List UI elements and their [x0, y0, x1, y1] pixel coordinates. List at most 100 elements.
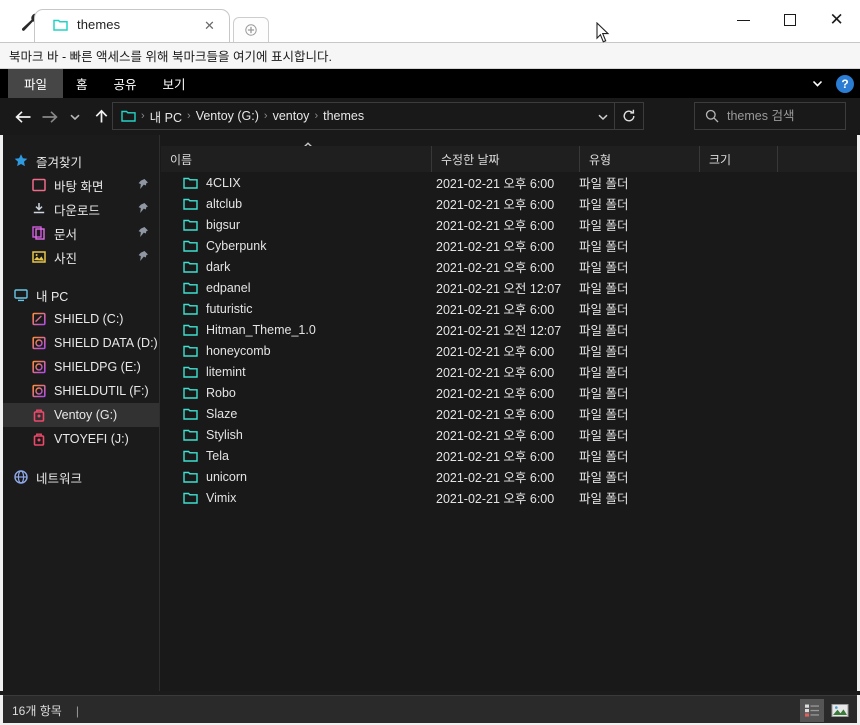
- folder-icon: [183, 323, 198, 337]
- breadcrumb-item-mypc[interactable]: 내 PC: [150, 107, 182, 126]
- file-name-label: Tela: [206, 448, 229, 463]
- file-name-label: dark: [206, 259, 231, 274]
- sidebar-item-shieldutil-f[interactable]: SHIELDUTIL (F:): [3, 379, 159, 403]
- file-type-cell: 파일 폴더: [579, 303, 629, 317]
- table-row[interactable]: Stylish 2021-02-21 오후 6:00 파일 폴더: [161, 424, 857, 445]
- ribbon-tab-view[interactable]: 보기: [150, 69, 199, 98]
- sidebar-item-desktop-label: 바탕 화면: [54, 179, 104, 194]
- breadcrumb[interactable]: › 내 PC › Ventoy (G:) › ventoy › themes: [112, 102, 644, 130]
- close-button[interactable]: ✕: [813, 0, 860, 40]
- sidebar-item-shield-data-d[interactable]: SHIELD DATA (D:): [3, 331, 159, 355]
- usb-icon: [31, 407, 47, 423]
- folder-icon: [183, 197, 198, 211]
- table-row[interactable]: litemint 2021-02-21 오후 6:00 파일 폴더: [161, 361, 857, 382]
- pin-icon[interactable]: [137, 250, 149, 263]
- sidebar-item-ventoy-g-label: Ventoy (G:): [54, 408, 118, 422]
- breadcrumb-item-themes[interactable]: themes: [323, 109, 364, 123]
- table-row[interactable]: Robo 2021-02-21 오후 6:00 파일 폴더: [161, 382, 857, 403]
- table-row[interactable]: futuristic 2021-02-21 오후 6:00 파일 폴더: [161, 298, 857, 319]
- statusbar-edge-left: [0, 695, 3, 725]
- table-row[interactable]: Vimix 2021-02-21 오후 6:00 파일 폴더: [161, 487, 857, 508]
- sidebar-item-shield-c-label: SHIELD (C:): [54, 312, 124, 326]
- pin-icon[interactable]: [137, 226, 149, 239]
- recent-locations-button[interactable]: [62, 104, 88, 130]
- file-date-cell: 2021-02-21 오후 6:00: [436, 492, 555, 506]
- details-view-icon[interactable]: [800, 699, 824, 722]
- table-row[interactable]: 4CLIX 2021-02-21 오후 6:00 파일 폴더: [161, 172, 857, 193]
- maximize-button[interactable]: [767, 0, 814, 40]
- column-header-name[interactable]: 이름: [161, 146, 432, 172]
- navigation-pane[interactable]: 즐겨찾기 바탕 화면 다운로드 문서 사진 내 PC SHIELD (C:) S…: [3, 135, 160, 695]
- documents-icon: [31, 225, 47, 241]
- folder-icon: [183, 407, 198, 421]
- search-box[interactable]: [694, 102, 860, 130]
- search-input[interactable]: [727, 109, 860, 123]
- window-controls: ✕: [720, 0, 860, 40]
- sidebar-item-pictures[interactable]: 사진: [3, 245, 159, 269]
- sidebar-item-shieldpg-e-label: SHIELDPG (E:): [54, 360, 141, 374]
- plus-circle-icon: [245, 24, 258, 37]
- minimize-button[interactable]: [720, 0, 767, 40]
- disk-icon: [31, 383, 47, 399]
- table-row[interactable]: Hitman_Theme_1.0 2021-02-21 오전 12:07 파일 폴더: [161, 319, 857, 340]
- folder-icon: [183, 260, 198, 274]
- file-type-cell: 파일 폴더: [579, 492, 629, 506]
- bookmark-bar[interactable]: 북마크 바 - 빠른 액세스를 위해 북마크들을 여기에 표시합니다.: [0, 42, 860, 69]
- folder-icon: [183, 239, 198, 253]
- file-list-view[interactable]: 이름 수정한 날짜 유형 크기 4CLIX 2021-02-21 오후 6:00 파…: [161, 135, 857, 695]
- table-row[interactable]: bigsur 2021-02-21 오후 6:00 파일 폴더: [161, 214, 857, 235]
- table-row[interactable]: edpanel 2021-02-21 오전 12:07 파일 폴더: [161, 277, 857, 298]
- browser-tab-themes[interactable]: themes ✕: [34, 9, 230, 42]
- folder-icon: [183, 428, 198, 442]
- file-name-cell: Hitman_Theme_1.0: [183, 319, 316, 340]
- column-header-type[interactable]: 유형: [580, 146, 700, 172]
- table-row[interactable]: honeycomb 2021-02-21 오후 6:00 파일 폴더: [161, 340, 857, 361]
- sidebar-item-downloads[interactable]: 다운로드: [3, 197, 159, 221]
- refresh-icon[interactable]: [614, 103, 643, 129]
- sidebar-item-network[interactable]: 네트워크: [3, 465, 159, 489]
- forward-button[interactable]: [36, 104, 62, 130]
- table-row[interactable]: Slaze 2021-02-21 오후 6:00 파일 폴더: [161, 403, 857, 424]
- breadcrumb-item-ventoy[interactable]: ventoy: [273, 109, 310, 123]
- breadcrumb-separator: ›: [141, 110, 145, 122]
- chevron-down-icon[interactable]: [811, 77, 824, 90]
- downloads-icon: [31, 201, 47, 217]
- table-row[interactable]: altclub 2021-02-21 오후 6:00 파일 폴더: [161, 193, 857, 214]
- up-button[interactable]: [88, 104, 114, 130]
- sidebar-header-favorites[interactable]: 즐겨찾기: [3, 149, 159, 173]
- table-row[interactable]: dark 2021-02-21 오후 6:00 파일 폴더: [161, 256, 857, 277]
- close-icon[interactable]: ✕: [202, 18, 217, 33]
- sidebar-item-shield-c[interactable]: SHIELD (C:): [3, 307, 159, 331]
- file-name-cell: Cyberpunk: [183, 235, 266, 256]
- help-button[interactable]: ?: [836, 74, 854, 93]
- file-type-cell: 파일 폴더: [579, 177, 629, 191]
- column-header-size[interactable]: 크기: [700, 146, 778, 172]
- chevron-down-icon[interactable]: [597, 110, 609, 122]
- file-name-cell: unicorn: [183, 466, 247, 487]
- table-row[interactable]: unicorn 2021-02-21 오후 6:00 파일 폴더: [161, 466, 857, 487]
- file-name-cell: edpanel: [183, 277, 251, 298]
- pin-icon[interactable]: [137, 202, 149, 215]
- sidebar-header-mypc[interactable]: 내 PC: [3, 283, 159, 307]
- table-row[interactable]: Tela 2021-02-21 오후 6:00 파일 폴더: [161, 445, 857, 466]
- ribbon-tab-file[interactable]: 파일: [8, 69, 64, 98]
- table-row[interactable]: Cyberpunk 2021-02-21 오후 6:00 파일 폴더: [161, 235, 857, 256]
- folder-icon: [53, 18, 68, 32]
- back-button[interactable]: [10, 104, 36, 130]
- file-name-cell: litemint: [183, 361, 246, 382]
- new-tab-button[interactable]: [233, 17, 269, 42]
- ribbon-tab-share[interactable]: 공유: [101, 69, 150, 98]
- breadcrumb-item-ventoy-g[interactable]: Ventoy (G:): [196, 109, 259, 123]
- pin-icon[interactable]: [137, 178, 149, 191]
- sidebar-item-documents[interactable]: 문서: [3, 221, 159, 245]
- large-icons-view-icon[interactable]: [828, 699, 852, 722]
- sidebar-item-desktop[interactable]: 바탕 화면: [3, 173, 159, 197]
- column-header-date-modified[interactable]: 수정한 날짜: [432, 146, 580, 172]
- ribbon-tab-home[interactable]: 홈: [63, 69, 101, 98]
- file-date-cell: 2021-02-21 오후 6:00: [436, 471, 555, 485]
- sidebar-item-shieldpg-e[interactable]: SHIELDPG (E:): [3, 355, 159, 379]
- sidebar-item-ventoy-g[interactable]: Ventoy (G:): [3, 403, 159, 427]
- file-type-cell: 파일 폴더: [579, 261, 629, 275]
- sidebar-item-vtoyefi-j[interactable]: VTOYEFI (J:): [3, 427, 159, 451]
- folder-icon: [183, 365, 198, 379]
